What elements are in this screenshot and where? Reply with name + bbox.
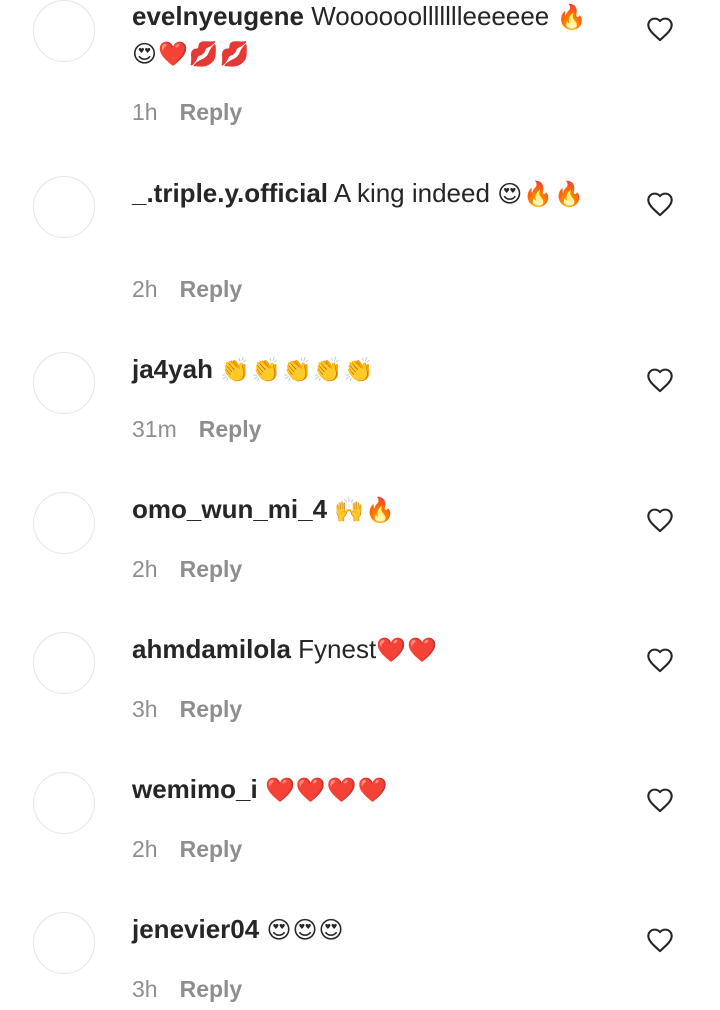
comment-emojis: 👏👏👏👏👏: [220, 356, 375, 384]
comment-meta: 2h Reply: [132, 275, 242, 303]
heart-icon[interactable]: [646, 367, 674, 393]
avatar[interactable]: [33, 0, 95, 62]
reply-button[interactable]: Reply: [180, 836, 243, 862]
avatar[interactable]: [33, 772, 95, 834]
comment-time: 31m: [132, 416, 177, 442]
comment-text: ahmdamilola Fynest❤️❤️: [132, 631, 592, 668]
comment-text: omo_wun_mi_4 🙌🔥: [132, 491, 592, 528]
comment-emojis: 🙌🔥: [334, 496, 397, 524]
comment-text: evelnyeugene Woooooollllllleeeeee 🔥😍❤️💋💋: [132, 0, 592, 72]
comment-text: ja4yah 👏👏👏👏👏: [132, 351, 592, 388]
reply-button[interactable]: Reply: [180, 99, 243, 125]
avatar[interactable]: [33, 176, 95, 238]
comment-time: 3h: [132, 696, 158, 722]
heart-icon[interactable]: [646, 191, 674, 217]
comment-text: wemimo_i ❤️❤️❤️❤️: [132, 771, 592, 808]
comment-username[interactable]: wemimo_i: [132, 774, 258, 804]
comment-emojis: ❤️❤️: [376, 636, 438, 664]
heart-icon[interactable]: [646, 927, 674, 953]
comment-body: A king indeed: [333, 178, 490, 208]
avatar[interactable]: [33, 632, 95, 694]
reply-button[interactable]: Reply: [180, 276, 243, 302]
comment-meta: 2h Reply: [132, 555, 242, 583]
comment-time: 3h: [132, 976, 158, 1002]
comment-emojis: ❤️❤️❤️❤️: [264, 776, 389, 804]
reply-button[interactable]: Reply: [199, 416, 262, 442]
heart-icon[interactable]: [646, 507, 674, 533]
heart-icon[interactable]: [646, 16, 674, 42]
heart-icon[interactable]: [646, 647, 674, 673]
comment-body: Fynest: [298, 634, 377, 664]
comment-body: Woooooollllllleeeeee: [311, 1, 550, 31]
comment-text: _.triple.y.official A king indeed 😍🔥🔥: [132, 175, 592, 212]
comment-username[interactable]: ja4yah: [132, 354, 213, 384]
comment-meta: 3h Reply: [132, 975, 242, 1003]
comment-time: 1h: [132, 99, 158, 125]
comment-emojis: 😍😍😍: [266, 916, 345, 944]
comment-username[interactable]: omo_wun_mi_4: [132, 494, 327, 524]
comment-meta: 3h Reply: [132, 695, 242, 723]
reply-button[interactable]: Reply: [180, 696, 243, 722]
heart-icon[interactable]: [646, 787, 674, 813]
comment-meta: 1h Reply: [132, 98, 242, 126]
comment-emojis: 😍🔥🔥: [497, 180, 585, 208]
comment-meta: 31m Reply: [132, 415, 261, 443]
comment-time: 2h: [132, 836, 158, 862]
avatar[interactable]: [33, 912, 95, 974]
comment-username[interactable]: jenevier04: [132, 914, 259, 944]
comment-username[interactable]: _.triple.y.official: [132, 178, 328, 208]
reply-button[interactable]: Reply: [180, 976, 243, 1002]
avatar[interactable]: [33, 492, 95, 554]
comment-username[interactable]: evelnyeugene: [132, 1, 304, 31]
comment-username[interactable]: ahmdamilola: [132, 634, 291, 664]
comment-text: jenevier04 😍😍😍: [132, 911, 592, 948]
comment-time: 2h: [132, 276, 158, 302]
comment-meta: 2h Reply: [132, 835, 242, 863]
comment-time: 2h: [132, 556, 158, 582]
reply-button[interactable]: Reply: [180, 556, 243, 582]
avatar[interactable]: [33, 352, 95, 414]
